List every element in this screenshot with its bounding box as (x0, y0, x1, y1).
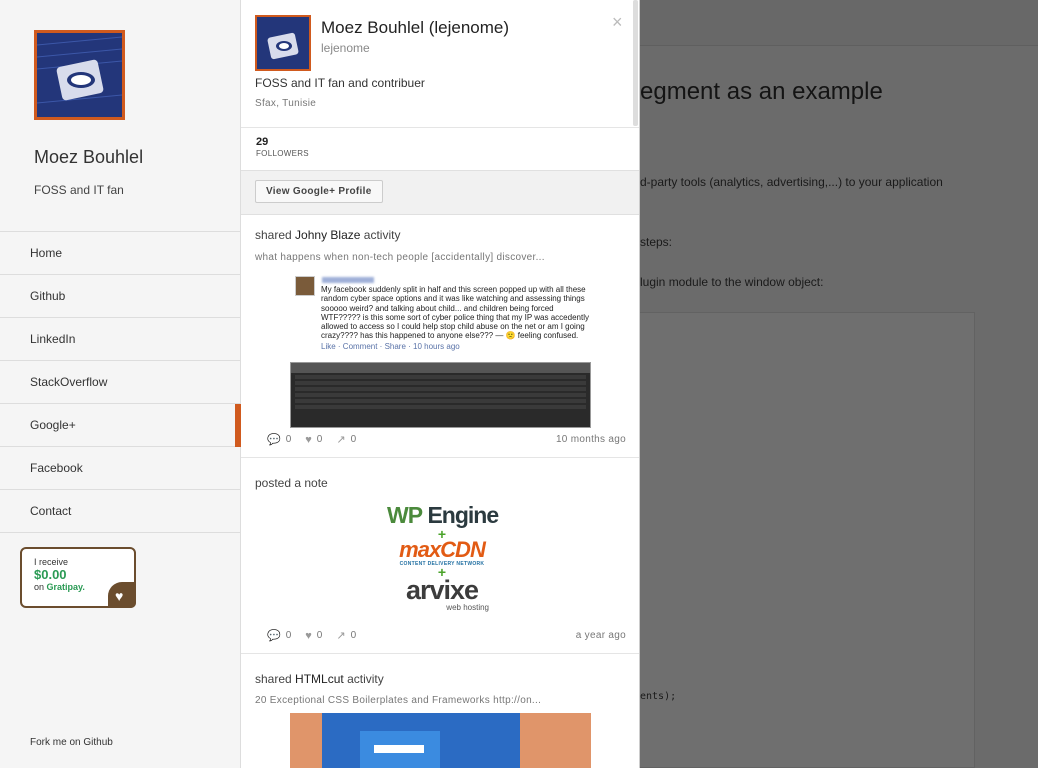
plusone-icon[interactable]: ♥ (305, 434, 312, 446)
scrollbar[interactable] (633, 0, 638, 126)
comment-count: 0 (285, 630, 292, 641)
activity-post: shared Johny Blaze activity what happens… (241, 215, 639, 458)
post-author-link[interactable]: HTMLcut (295, 672, 344, 686)
code-line: ents); (640, 691, 677, 702)
sidebar: Moez Bouhlel FOSS and IT fan Home Github… (0, 0, 241, 768)
fork-on-github-link[interactable]: Fork me on Github (30, 737, 113, 748)
profile-header: Moez Bouhlel (lejenome) lejenome × FOSS … (241, 0, 639, 128)
gratipay-amount: $0.00 (34, 567, 67, 582)
embed-screenshot-image[interactable] (290, 362, 591, 428)
nav-item-stackoverflow[interactable]: StackOverflow (0, 361, 240, 404)
gratipay-widget[interactable]: I receive $0.00 on Gratipay. ♥ (20, 547, 136, 608)
post-time[interactable]: 10 months ago (556, 434, 626, 445)
post-actions: 💬 0 ♥ 0 ↗ 0 (267, 629, 370, 643)
plusone-count: 0 (316, 434, 323, 445)
embed-links: Like · Comment · Share · 10 hours ago (321, 342, 460, 351)
share-icon[interactable]: ↗ (336, 433, 345, 446)
blog-topbar (640, 0, 1038, 46)
post-subtitle[interactable]: what happens when non-tech people [accid… (255, 252, 545, 263)
share-count: 0 (350, 630, 357, 641)
followers-count: 29 (256, 136, 269, 148)
wpengine-logo: WP Engine (387, 502, 499, 529)
post-heading: shared Johny Blaze activity (255, 228, 400, 242)
wpengine-engine: Engine (427, 502, 499, 528)
plusone-count: 0 (316, 630, 323, 641)
post-heading: shared HTMLcut activity (255, 672, 384, 686)
followers-label: FOLLOWERS (256, 149, 309, 158)
post-heading: posted a note (255, 476, 328, 490)
blog-paragraph: lugin module to the window object: (640, 275, 824, 289)
site-tagline: FOSS and IT fan (34, 183, 124, 197)
profile-action-bar: View Google+ Profile (241, 171, 639, 215)
wpengine-wp: WP (387, 502, 423, 528)
post-subtitle[interactable]: 20 Exceptional CSS Boilerplates and Fram… (255, 695, 541, 706)
site-owner-name[interactable]: Moez Bouhlel (34, 147, 143, 168)
post-verb-suffix: activity (347, 672, 384, 686)
nav-item-github[interactable]: Github (0, 275, 240, 318)
gratipay-brand: Gratipay. (46, 582, 85, 592)
css-frameworks-image[interactable] (290, 713, 591, 768)
activity-post: shared HTMLcut activity 20 Exceptional C… (241, 654, 639, 768)
blog-post-title: egment as an example (640, 78, 883, 105)
post-verb: shared (255, 672, 292, 686)
post-verb: shared (255, 228, 292, 242)
post-actions: 💬 0 ♥ 0 ↗ 0 (267, 433, 370, 447)
post-verb-suffix: activity (363, 228, 401, 242)
activity-post: posted a note WP Engine + maxCDN CONTENT… (241, 458, 639, 654)
googleplus-profile-popup: Moez Bouhlel (lejenome) lejenome × FOSS … (241, 0, 640, 768)
nav-item-contact[interactable]: Contact (0, 490, 240, 533)
post-time[interactable]: a year ago (576, 630, 626, 641)
comment-count: 0 (285, 434, 292, 445)
gratipay-on: on (34, 582, 45, 592)
gratipay-label: I receive (34, 557, 69, 567)
comment-icon[interactable]: 💬 (267, 629, 281, 642)
blog-content-dimmed: egment as an example d-party tools (anal… (640, 0, 1038, 768)
blog-code-block: ents); (640, 312, 975, 768)
maxcdn-logo: maxCDN (399, 537, 486, 562)
view-profile-button[interactable]: View Google+ Profile (255, 180, 383, 203)
nav-item-linkedin[interactable]: LinkedIn (0, 318, 240, 361)
sidebar-nav: Home Github LinkedIn StackOverflow Googl… (0, 231, 241, 533)
profile-handle: lejenome (321, 41, 370, 55)
embed-author-name-blurred (322, 277, 374, 283)
avatar[interactable] (34, 30, 125, 120)
gratipay-heart-icon: ♥ (108, 582, 136, 608)
hosting-logos-image[interactable]: WP Engine + maxCDN CONTENT DELIVERY NETW… (387, 502, 499, 612)
post-author-link[interactable]: Johny Blaze (295, 228, 360, 242)
nav-item-home[interactable]: Home (0, 232, 240, 275)
profile-bio: FOSS and IT fan and contribuer (255, 76, 425, 90)
blog-paragraph: d-party tools (analytics, advertising,..… (640, 175, 943, 189)
embed-author-thumbnail (295, 276, 315, 296)
nav-item-facebook[interactable]: Facebook (0, 447, 240, 490)
share-icon[interactable]: ↗ (336, 629, 345, 642)
profile-location: Sfax, Tunisie (255, 98, 317, 109)
blog-paragraph: steps: (640, 235, 673, 249)
arvixe-logo: arvixe (405, 575, 479, 605)
close-icon[interactable]: × (612, 12, 623, 33)
followers-block: 29 FOLLOWERS (241, 128, 639, 171)
nav-item-googleplus[interactable]: Google+ (0, 404, 241, 447)
embed-text: My facebook suddenly split in half and t… (321, 285, 589, 341)
share-count: 0 (350, 434, 357, 445)
plusone-icon[interactable]: ♥ (305, 630, 312, 642)
profile-avatar[interactable] (255, 15, 311, 71)
comment-icon[interactable]: 💬 (267, 433, 281, 446)
profile-name[interactable]: Moez Bouhlel (lejenome) (321, 18, 509, 38)
